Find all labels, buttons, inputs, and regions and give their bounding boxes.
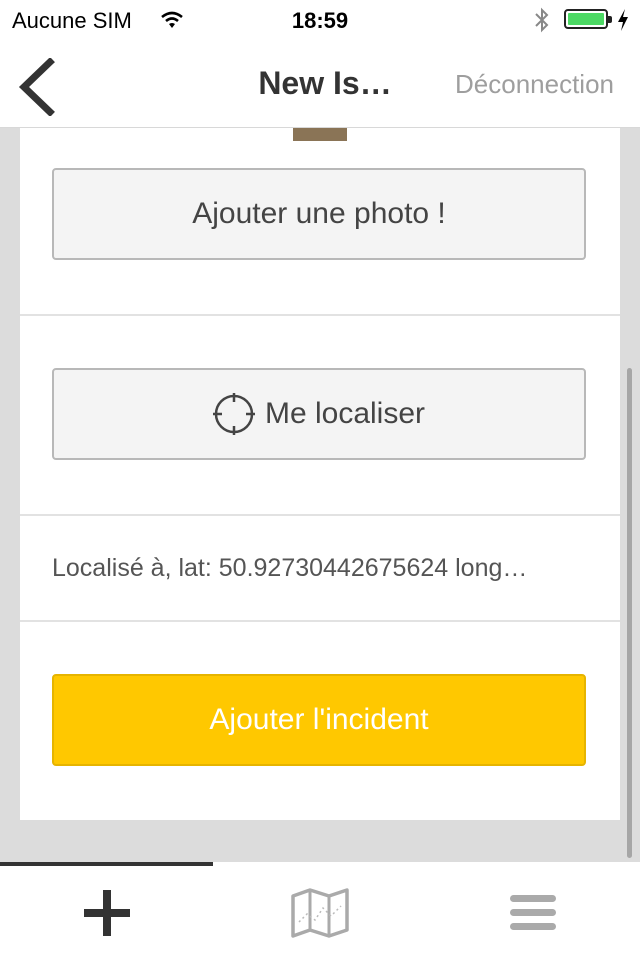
- battery-icon: [564, 9, 612, 29]
- bluetooth-icon: [533, 7, 551, 38]
- incident-form: Ajouter une photo ! Me localiser Localis…: [20, 128, 620, 820]
- locate-button-label: Me localiser: [264, 397, 426, 430]
- navigation-bar: New Is… Déconnection: [0, 40, 640, 128]
- divider: [20, 314, 620, 316]
- tab-new-incident[interactable]: [0, 866, 213, 960]
- logout-button[interactable]: Déconnection: [455, 69, 614, 100]
- locate-button[interactable]: Me localiser: [52, 368, 586, 460]
- divider: [20, 620, 620, 622]
- tab-menu[interactable]: [426, 866, 639, 960]
- map-icon: [290, 888, 349, 938]
- tab-bar: [0, 862, 640, 960]
- divider: [20, 514, 620, 516]
- crosshair-icon: [212, 393, 255, 435]
- add-incident-button[interactable]: Ajouter l'incident: [52, 674, 586, 766]
- photo-thumbnail: [293, 128, 347, 141]
- location-readout: Localisé à, lat: 50.92730442675624 long…: [52, 554, 528, 582]
- plus-icon: [83, 890, 130, 936]
- scrollbar[interactable]: [627, 368, 632, 858]
- status-bar: Aucune SIM 18:59: [0, 0, 640, 40]
- menu-icon: [509, 895, 556, 930]
- tab-map[interactable]: [213, 866, 426, 960]
- charging-icon: [616, 8, 630, 37]
- content-area: Ajouter une photo ! Me localiser Localis…: [0, 128, 640, 862]
- add-photo-button[interactable]: Ajouter une photo !: [52, 168, 586, 260]
